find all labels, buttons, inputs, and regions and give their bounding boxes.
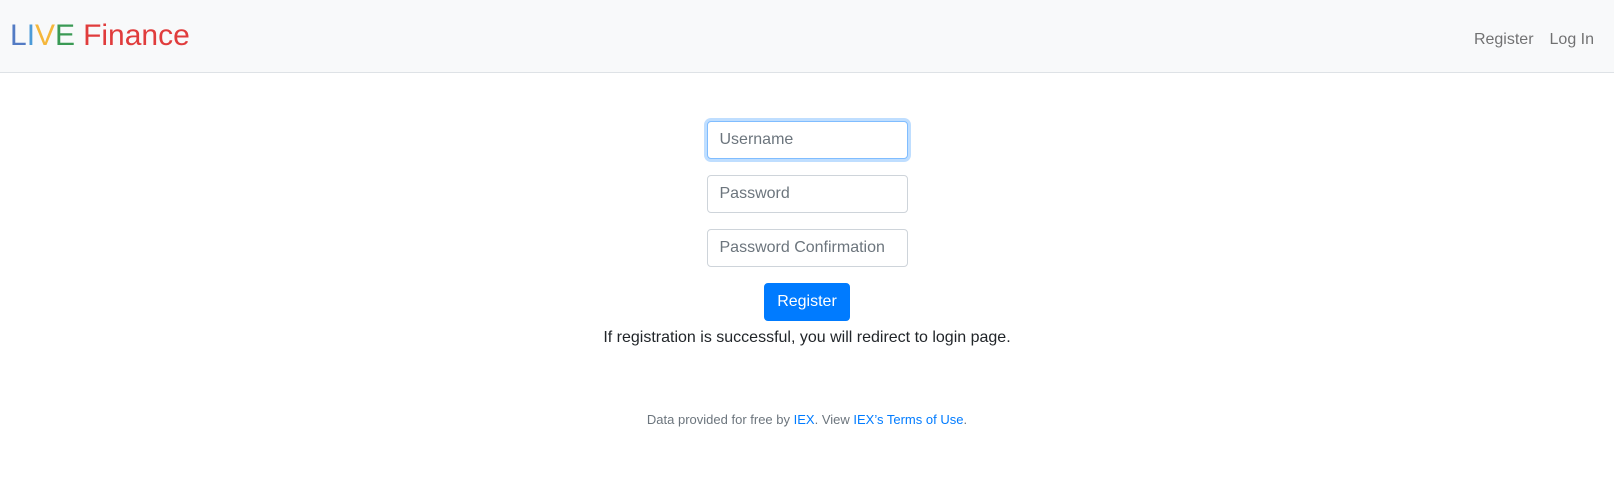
brand-letter-e: E (55, 19, 76, 52)
brand-letter-i: I (26, 19, 36, 52)
register-button[interactable]: Register (764, 283, 850, 321)
footer: Data provided for free by IEX. View IEX’… (0, 410, 1614, 430)
registration-note: If registration is successful, you will … (603, 329, 1011, 346)
brand-logo[interactable]: LIVE Finance (10, 16, 190, 56)
brand-word-finance: Finance (83, 19, 190, 52)
password-input[interactable] (706, 175, 908, 213)
footer-suffix: . (963, 412, 968, 427)
nav-register-link[interactable]: Register (1466, 31, 1542, 49)
username-input[interactable] (706, 121, 908, 159)
brand-letter-v: V (35, 19, 56, 52)
register-form: Register If registration is successful, … (0, 121, 1614, 350)
navbar: LIVE Finance Register Log In (0, 0, 1614, 73)
brand-letter-l: L (10, 19, 27, 52)
nav-links: Register Log In (1466, 24, 1614, 56)
footer-middle: . View (814, 412, 854, 427)
iex-link[interactable]: IEX (794, 412, 815, 427)
iex-terms-link[interactable]: IEX’s Terms of Use (853, 412, 963, 427)
password-confirmation-input[interactable] (706, 229, 908, 267)
footer-prefix: Data provided for free by (646, 412, 794, 427)
nav-login-link[interactable]: Log In (1542, 31, 1614, 49)
